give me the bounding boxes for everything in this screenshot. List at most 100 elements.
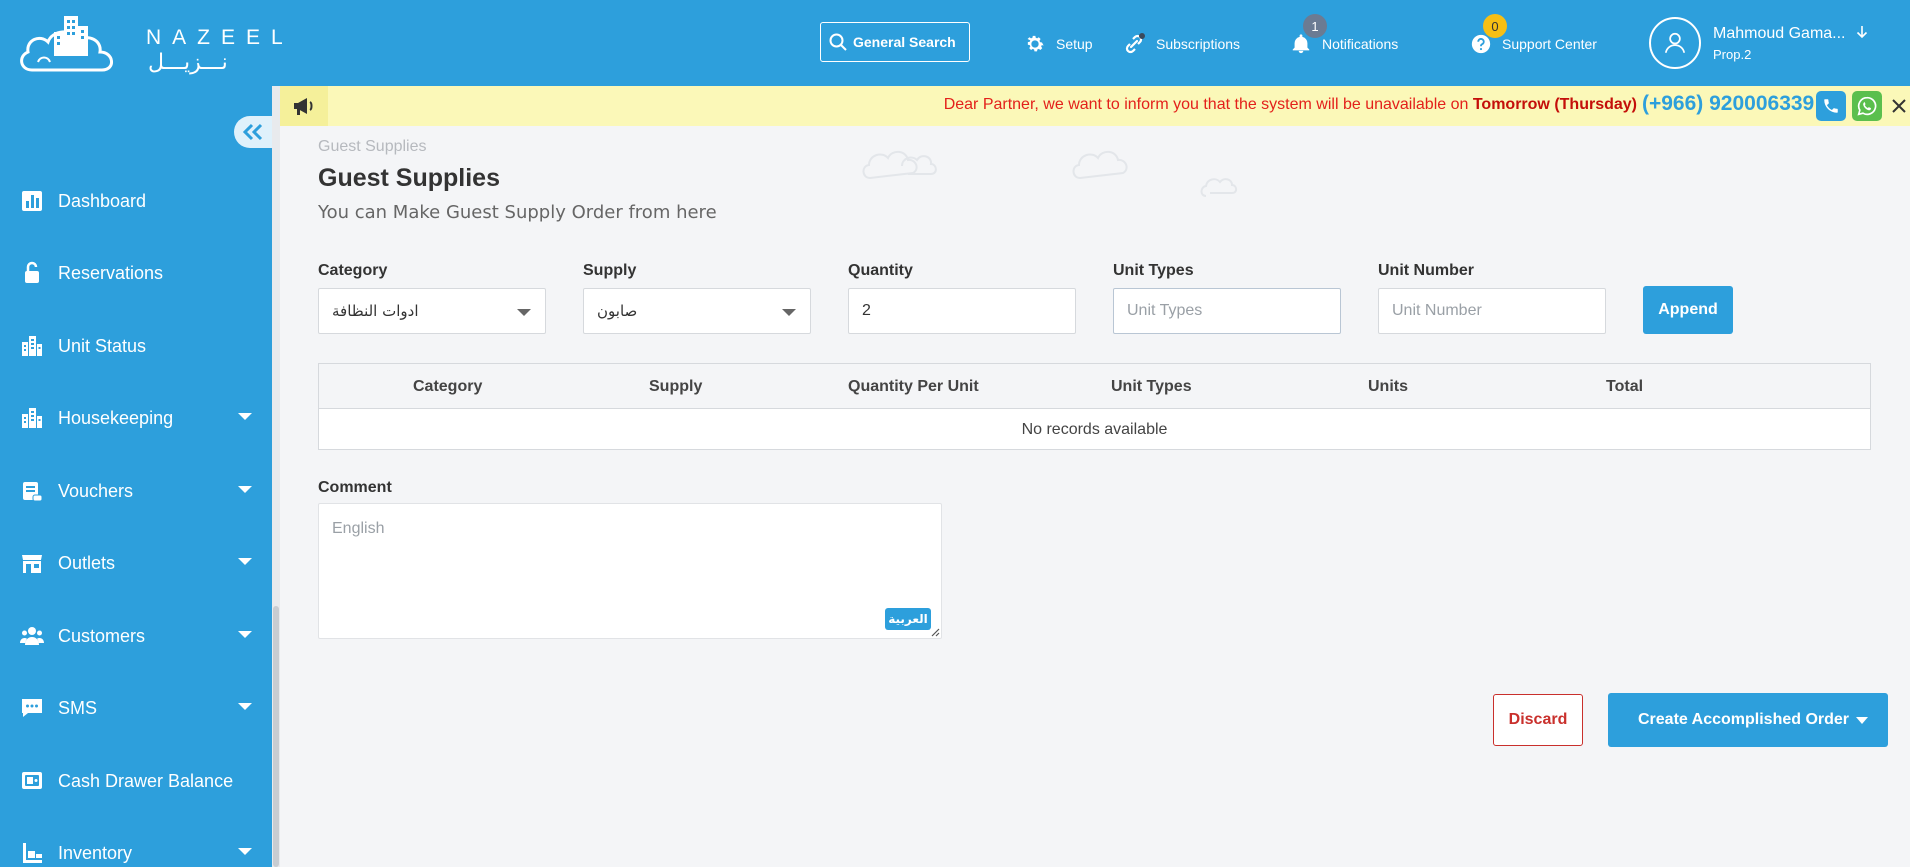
chevron-down-icon (238, 703, 252, 710)
supply-label: Supply (583, 262, 637, 279)
chevron-down-icon (238, 631, 252, 638)
category-label: Category (318, 262, 388, 279)
sidebar-item-label: Customers (58, 625, 146, 646)
user-name-text: Mahmoud Gama... (1713, 24, 1846, 42)
unit-types-input[interactable] (1127, 302, 1327, 320)
phone-call-icon[interactable] (1816, 91, 1846, 121)
quantity-label: Quantity (848, 262, 913, 279)
top-header: NAZEEL نـــزيـــل General Search Setup S… (0, 0, 1910, 86)
logo-text-en: NAZEEL (146, 26, 294, 49)
chevron-down-icon (238, 486, 252, 493)
quantity-field[interactable] (848, 288, 1076, 334)
cloud-building-logo-icon (20, 16, 113, 72)
grid-header: Category Supply Quantity Per Unit Unit T… (319, 364, 1870, 409)
notifications-label: Notifications (1322, 36, 1399, 52)
lock-icon (25, 261, 39, 283)
unit-number-input[interactable] (1392, 302, 1592, 320)
column-header-quantity-per-unit[interactable]: Quantity Per Unit (848, 378, 979, 396)
supply-select[interactable]: صابون (583, 288, 811, 334)
sidebar-item-unit-status[interactable]: Unit Status (0, 322, 272, 370)
page-title: Guest Supplies (318, 164, 500, 192)
sidebar-item-label: Reservations (58, 262, 164, 283)
breadcrumb[interactable]: Guest Supplies (318, 138, 427, 156)
sidebar-item-label: Cash Drawer Balance (58, 770, 234, 791)
chevron-down-icon (238, 558, 252, 565)
sidebar-item-inventory[interactable]: Inventory (0, 829, 272, 867)
building-icon (22, 336, 42, 356)
sidebar-item-dashboard[interactable]: Dashboard (0, 177, 272, 225)
unit-number-field[interactable] (1378, 288, 1606, 334)
setup-button[interactable]: Setup (1024, 24, 1093, 64)
column-header-total[interactable]: Total (1606, 378, 1643, 396)
append-button[interactable]: Append (1643, 286, 1733, 334)
discard-button[interactable]: Discard (1493, 694, 1583, 746)
user-icon (1664, 32, 1686, 53)
sidebar-item-customers[interactable]: Customers (0, 612, 272, 660)
unit-types-field[interactable] (1113, 288, 1341, 334)
comment-textarea[interactable] (319, 504, 941, 638)
column-header-unit-types[interactable]: Unit Types (1111, 378, 1192, 396)
main-content: Guest Supplies Guest Supplies You can Ma… (280, 126, 1910, 867)
sidebar-item-outlets[interactable]: Outlets (0, 539, 272, 587)
sidebar-item-label: Inventory (58, 842, 133, 863)
column-header-category[interactable]: Category (413, 378, 482, 396)
arrow-down-icon (1856, 25, 1868, 38)
message-icon (22, 699, 42, 717)
user-name: Mahmoud Gama... (1713, 25, 1868, 43)
double-chevron-left-icon (242, 123, 263, 141)
support-phone[interactable]: (+966) 920006339 (1642, 92, 1814, 116)
sidebar-item-label: SMS (58, 697, 98, 718)
sidebar-item-housekeeping[interactable]: Housekeeping (0, 394, 272, 442)
sidebar-item-label: Housekeeping (58, 407, 174, 428)
supply-selected-value: صابون (597, 302, 638, 320)
sidebar-scrollbar[interactable] (272, 86, 280, 867)
column-header-units[interactable]: Units (1368, 378, 1408, 396)
support-center-label: Support Center (1502, 36, 1597, 52)
sidebar-item-reservations[interactable]: Reservations (0, 249, 272, 297)
announcement-highlight: Tomorrow (Thursday) (1472, 96, 1637, 113)
gear-icon (1027, 35, 1044, 52)
dropdown-caret-icon (517, 309, 531, 316)
inventory-icon (23, 843, 42, 863)
resize-handle-icon[interactable] (931, 628, 940, 637)
supplies-grid: Category Supply Quantity Per Unit Unit T… (318, 363, 1871, 450)
user-info: Mahmoud Gama... Prop.2 (1713, 25, 1868, 62)
general-search-button[interactable]: General Search (820, 22, 970, 62)
store-icon (22, 555, 42, 573)
unit-types-label: Unit Types (1113, 262, 1194, 279)
whatsapp-icon[interactable] (1852, 91, 1882, 121)
column-header-supply[interactable]: Supply (649, 378, 702, 396)
search-icon (829, 33, 847, 51)
page-subtitle: You can Make Guest Supply Order from her… (318, 202, 717, 223)
scrollbar-thumb[interactable] (273, 606, 279, 867)
chevron-down-icon[interactable] (1856, 717, 1868, 724)
quantity-input[interactable] (862, 302, 1062, 320)
building-icon (22, 408, 42, 428)
sidebar-item-sms[interactable]: SMS (0, 684, 272, 732)
notifications-count-badge: 1 (1303, 14, 1327, 38)
user-property: Prop.2 (1713, 46, 1752, 62)
nazeel-logo[interactable]: NAZEEL نـــزيـــل (18, 12, 283, 76)
announcement-text: Dear Partner, we want to inform you that… (944, 96, 1637, 114)
sidebar-item-label: Outlets (58, 552, 116, 573)
create-accomplished-order-button[interactable]: Create Accomplished Order (1608, 693, 1888, 747)
sidebar-item-cash-drawer-balance[interactable]: Cash Drawer Balance (0, 757, 272, 805)
sidebar-item-label: Unit Status (58, 335, 147, 356)
language-toggle-button[interactable]: العربية (885, 608, 931, 630)
safe-icon (22, 772, 42, 789)
close-announcement-icon[interactable] (1888, 92, 1910, 120)
category-select[interactable]: ادوات النظافة (318, 288, 546, 334)
unit-number-label: Unit Number (1378, 262, 1474, 279)
link-icon (1125, 33, 1145, 54)
collapse-sidebar-button[interactable] (234, 116, 272, 148)
setup-label: Setup (1056, 36, 1093, 52)
subscriptions-button[interactable]: Subscriptions (1122, 24, 1240, 64)
sidebar-item-label: Dashboard (58, 190, 147, 211)
scroll-icon (23, 482, 43, 502)
comment-box: العربية (318, 503, 942, 639)
logo-text-ar: نـــزيـــل (148, 50, 228, 75)
sidebar-item-vouchers[interactable]: Vouchers (0, 467, 272, 515)
sidebar-item-label: Vouchers (58, 480, 134, 501)
user-menu[interactable]: Mahmoud Gama... Prop.2 (1649, 16, 1868, 70)
comment-label: Comment (318, 479, 392, 496)
